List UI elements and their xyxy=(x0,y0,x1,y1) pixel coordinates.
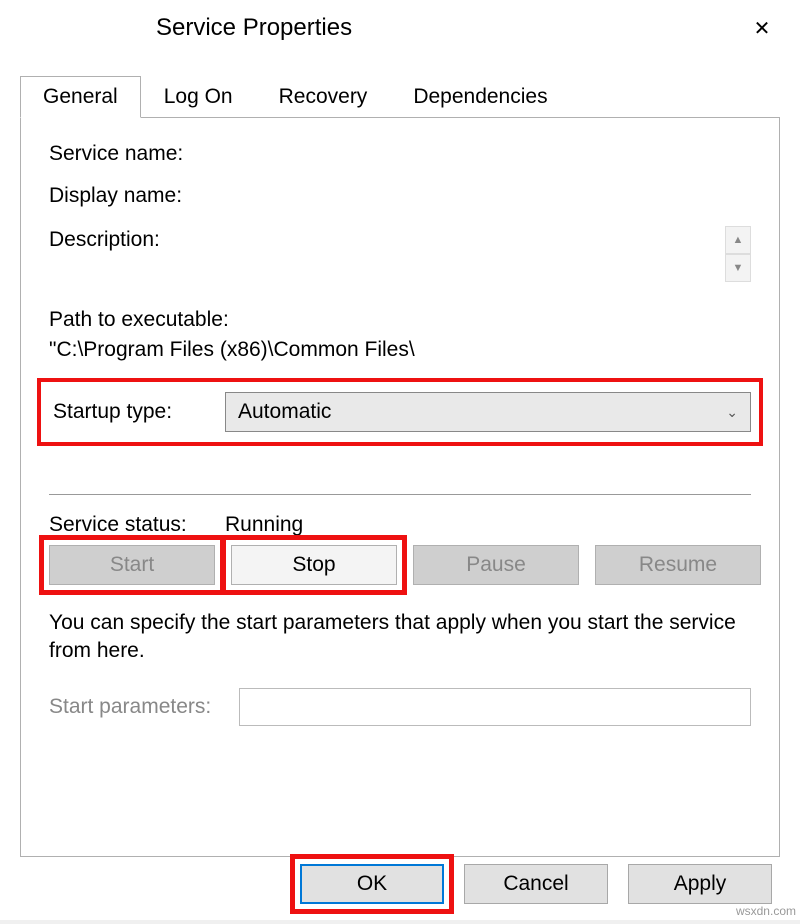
separator xyxy=(49,494,751,495)
service-status-label: Service status: xyxy=(49,513,225,537)
service-properties-dialog: Service Properties ✕ General Log On Reco… xyxy=(0,0,800,920)
watermark: wsxdn.com xyxy=(736,904,796,918)
window-title: Service Properties xyxy=(16,14,740,42)
path-value: "C:\Program Files (x86)\Common Files\ xyxy=(49,338,751,362)
dialog-button-row: OK Cancel Apply xyxy=(300,864,772,904)
scroll-down-icon[interactable]: ▼ xyxy=(725,254,751,282)
start-parameters-label: Start parameters: xyxy=(49,695,239,719)
chevron-down-icon: ⌄ xyxy=(726,404,738,421)
apply-button[interactable]: Apply xyxy=(628,864,772,904)
resume-button: Resume xyxy=(595,545,761,585)
titlebar: Service Properties ✕ xyxy=(0,0,800,56)
startup-type-value: Automatic xyxy=(238,400,331,424)
tab-strip: General Log On Recovery Dependencies xyxy=(20,76,800,118)
startup-type-highlight: Startup type: Automatic ⌄ xyxy=(37,378,763,446)
description-box: ▲ ▼ xyxy=(225,226,751,290)
tab-general[interactable]: General xyxy=(20,76,141,118)
service-status-value: Running xyxy=(225,513,303,537)
cancel-button[interactable]: Cancel xyxy=(464,864,608,904)
path-label: Path to executable: xyxy=(49,308,751,332)
start-button: Start xyxy=(49,545,215,585)
start-parameters-input xyxy=(239,688,751,726)
tab-log-on[interactable]: Log On xyxy=(141,76,256,118)
startup-type-dropdown[interactable]: Automatic ⌄ xyxy=(225,392,751,432)
ok-button[interactable]: OK xyxy=(300,864,444,904)
description-label: Description: xyxy=(49,226,225,252)
tab-panel-general: Service name: Display name: Description:… xyxy=(20,117,780,857)
service-name-label: Service name: xyxy=(49,142,225,166)
pause-button: Pause xyxy=(413,545,579,585)
close-icon[interactable]: ✕ xyxy=(740,6,784,50)
display-name-label: Display name: xyxy=(49,184,225,208)
stop-button[interactable]: Stop xyxy=(231,545,397,585)
startup-type-label: Startup type: xyxy=(49,400,225,424)
scroll-up-icon[interactable]: ▲ xyxy=(725,226,751,254)
tab-dependencies[interactable]: Dependencies xyxy=(390,76,570,118)
tab-recovery[interactable]: Recovery xyxy=(256,76,391,118)
start-params-hint: You can specify the start parameters tha… xyxy=(49,609,751,666)
